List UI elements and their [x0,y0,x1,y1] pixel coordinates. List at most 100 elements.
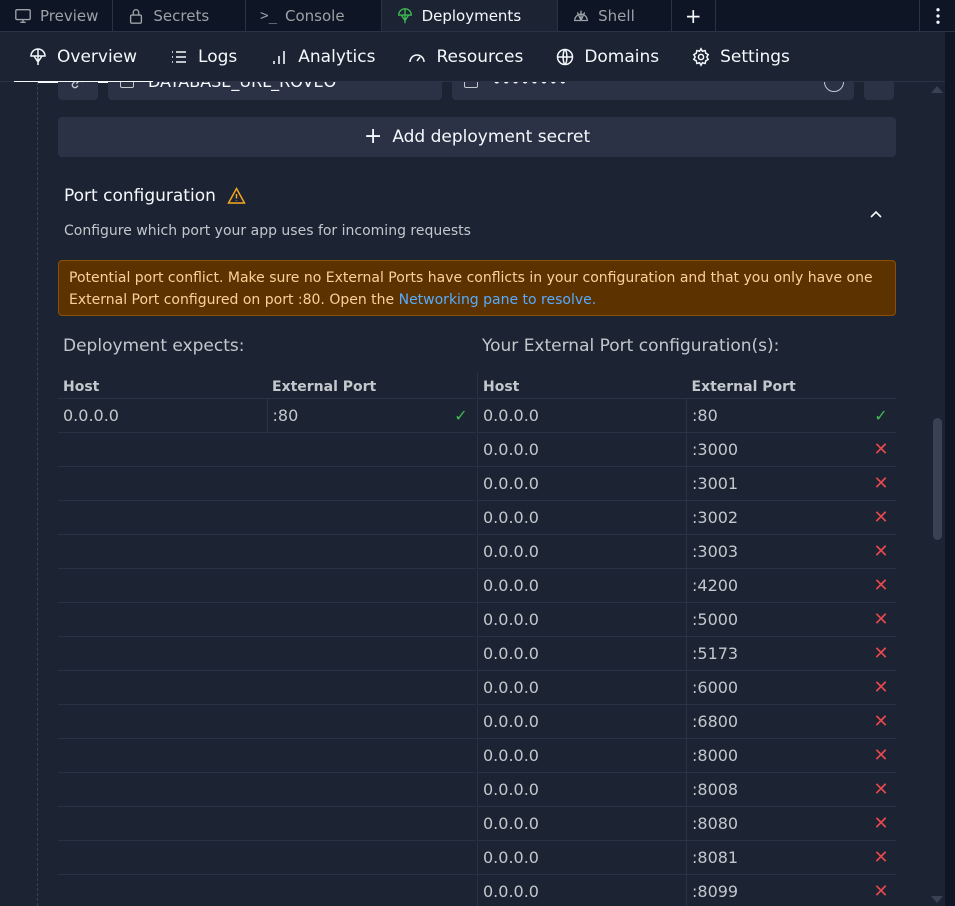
eye-icon[interactable] [824,82,844,92]
port-cell: :8081 [686,840,866,875]
tab-label: Preview [40,6,99,25]
close-icon: ✕ [866,568,896,603]
table-row: 0.0.0.0:5173 ✕ [477,636,896,671]
terminal-icon: >_ [260,7,278,24]
host-cell: 0.0.0.0 [477,840,687,875]
host-cell: 0.0.0.0 [477,874,687,906]
empty-cell [446,738,476,773]
tab-secrets[interactable]: Secrets [113,0,247,31]
table-row [58,466,476,501]
close-icon: ✕ [866,466,896,501]
top-tab-bar: Preview Secrets >_ Console Deployments S… [0,0,955,32]
copy-icon[interactable] [120,82,134,88]
tab-label: Deployments [421,6,522,25]
copy-icon[interactable] [464,82,478,88]
tab-console[interactable]: >_ Console [246,0,382,31]
table-row [58,568,476,603]
port-cell: :8008 [686,772,866,807]
chevron-up-icon[interactable] [866,204,886,224]
table-row: 0.0.0.0:80 ✓ [477,398,896,433]
table-row: 0.0.0.0:8081 ✕ [477,840,896,875]
close-icon: ✕ [866,806,896,841]
empty-cell [58,738,267,773]
table-row [58,602,476,637]
subnav-settings[interactable]: Settings [675,32,806,82]
table-row [58,670,476,705]
plus-icon: + [363,124,383,149]
table-row [58,432,476,467]
tab-deployments[interactable]: Deployments [381,0,559,31]
empty-cell [58,636,267,671]
table-row [58,500,476,535]
secret-value-input[interactable]: •••••••• [452,82,854,100]
close-icon: ✕ [866,500,896,535]
secret-row: DATABASE_URL_ROVEO •••••••• [58,82,896,100]
table-row: 0.0.0.0:6800 ✕ [477,704,896,739]
more-vertical-icon[interactable] [919,0,955,31]
empty-cell [58,806,267,841]
scroll-thumb[interactable] [933,418,942,540]
empty-cell [446,500,476,535]
deployments-icon [397,7,412,23]
check-icon: ✓ [866,398,896,433]
empty-cell [58,670,267,705]
empty-cell [446,568,476,603]
empty-cell [58,534,267,569]
tab-shell[interactable]: Shell [558,0,672,31]
empty-cell [58,704,267,739]
empty-cell [267,840,446,875]
subnav-domains[interactable]: Domains [539,32,675,82]
lock-icon [130,8,143,24]
scroll-down-arrow[interactable] [931,896,943,903]
gear-icon [692,46,710,67]
table-row [58,806,476,841]
close-icon: ✕ [866,772,896,807]
link-icon[interactable] [58,82,98,100]
secret-more-button[interactable] [864,82,894,100]
empty-cell [58,874,267,906]
host-column-header: Host [58,372,267,399]
host-cell: 0.0.0.0 [477,466,687,501]
check-icon: ✓ [446,398,476,433]
empty-cell [446,840,476,875]
port-cell: :8099 [686,874,866,906]
port-cell: :3003 [686,534,866,569]
external-port-column-header: External Port [686,372,896,399]
table-row: 0.0.0.0:8080 ✕ [477,806,896,841]
empty-cell [267,704,446,739]
secret-key-input[interactable]: DATABASE_URL_ROVEO [108,82,442,100]
port-configuration-title: Port configuration [64,186,247,206]
add-tab-button[interactable]: + [672,0,716,31]
host-cell: 0.0.0.0 [477,568,687,603]
empty-cell [446,466,476,501]
add-deployment-secret-button[interactable]: + Add deployment secret [58,117,896,157]
host-cell: 0.0.0.0 [477,636,687,671]
host-cell: 0.0.0.0 [477,806,687,841]
tab-label: Secrets [153,6,210,25]
bar-chart-icon [273,50,286,64]
subnav-overview[interactable]: Overview [14,32,154,83]
empty-cell [267,738,446,773]
port-cell: :5000 [686,602,866,637]
port-configuration-description: Configure which port your app uses for i… [64,223,471,239]
left-rail [0,82,38,906]
empty-cell [446,534,476,569]
empty-cell [446,670,476,705]
subnav-logs[interactable]: Logs [153,32,253,82]
networking-pane-link[interactable]: Networking pane to resolve. [399,292,597,308]
empty-cell [267,602,446,637]
empty-cell [58,772,267,807]
empty-cell [267,500,446,535]
external-ports-table: Host External Port 0.0.0.0:80 ✓ 0.0.0.0:30… [477,372,896,906]
subnav-resources[interactable]: Resources [391,32,539,82]
table-row: 0.0.0.0:4200 ✕ [477,568,896,603]
host-cell: 0.0.0.0 [477,432,687,467]
scroll-up-arrow[interactable] [931,86,943,93]
table-row: 0.0.0.0:8008 ✕ [477,772,896,807]
tab-label: Shell [598,6,635,25]
host-cell: 0.0.0.0 [477,738,687,773]
empty-cell [446,432,476,467]
subnav-analytics[interactable]: Analytics [253,32,391,82]
tab-preview[interactable]: Preview [0,0,114,31]
port-cell: :80 [686,398,866,433]
